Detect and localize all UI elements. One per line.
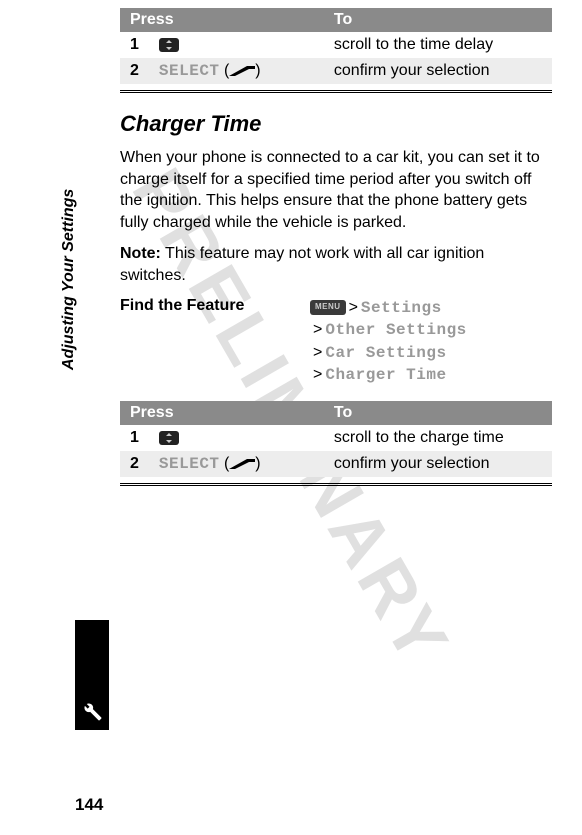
- menu-path: MENU>Settings >Other Settings >Car Setti…: [310, 297, 467, 387]
- key-cell: [149, 425, 324, 451]
- note-label: Note:: [120, 245, 161, 262]
- sidebar-icon-block: [75, 620, 109, 730]
- action-cell: scroll to the time delay: [324, 32, 552, 58]
- find-feature-block: Find the Feature MENU>Settings >Other Se…: [120, 297, 552, 387]
- nav-key-icon: [159, 431, 179, 445]
- table-row: 2 SELECT () confirm your selection: [120, 58, 552, 84]
- table-row: 1 scroll to the charge time: [120, 425, 552, 451]
- table-header-press: Press: [120, 401, 324, 425]
- menu-item: Other Settings: [325, 321, 466, 339]
- table-row: 2 SELECT () confirm your selection: [120, 451, 552, 477]
- step-number: 1: [120, 32, 149, 58]
- note-text: This feature may not work with all car i…: [120, 245, 484, 284]
- menu-item: Settings: [361, 299, 442, 317]
- menu-key-icon: MENU: [310, 300, 346, 315]
- body-paragraph: When your phone is connected to a car ki…: [120, 147, 552, 233]
- menu-item: Car Settings: [325, 344, 446, 362]
- table-header-press: Press: [120, 8, 324, 32]
- table-end-rule: [120, 483, 552, 486]
- note-paragraph: Note: This feature may not work with all…: [120, 243, 552, 286]
- step-number: 1: [120, 425, 149, 451]
- action-cell: confirm your selection: [324, 451, 552, 477]
- step-number: 2: [120, 451, 149, 477]
- menu-item: Charger Time: [325, 366, 446, 384]
- table-header-to: To: [324, 401, 552, 425]
- select-label: SELECT: [159, 62, 220, 80]
- softkey-icon: [229, 66, 255, 76]
- table-row: 1 scroll to the time delay: [120, 32, 552, 58]
- key-cell: SELECT (): [149, 58, 324, 84]
- table-header-to: To: [324, 8, 552, 32]
- section-heading: Charger Time: [120, 111, 552, 137]
- nav-key-icon: [159, 38, 179, 52]
- action-cell: confirm your selection: [324, 58, 552, 84]
- instruction-table-1: Press To 1 scroll to the time delay 2 SE…: [120, 8, 552, 84]
- instruction-table-2: Press To 1 scroll to the charge time 2 S…: [120, 401, 552, 477]
- page-number: 144: [75, 795, 103, 815]
- action-cell: scroll to the charge time: [324, 425, 552, 451]
- page-content: Press To 1 scroll to the time delay 2 SE…: [0, 0, 582, 524]
- wrench-icon: [81, 700, 103, 722]
- table-end-rule: [120, 90, 552, 93]
- step-number: 2: [120, 58, 149, 84]
- softkey-icon: [229, 459, 255, 469]
- select-label: SELECT: [159, 455, 220, 473]
- find-feature-label: Find the Feature: [120, 297, 310, 315]
- key-cell: SELECT (): [149, 451, 324, 477]
- key-cell: [149, 32, 324, 58]
